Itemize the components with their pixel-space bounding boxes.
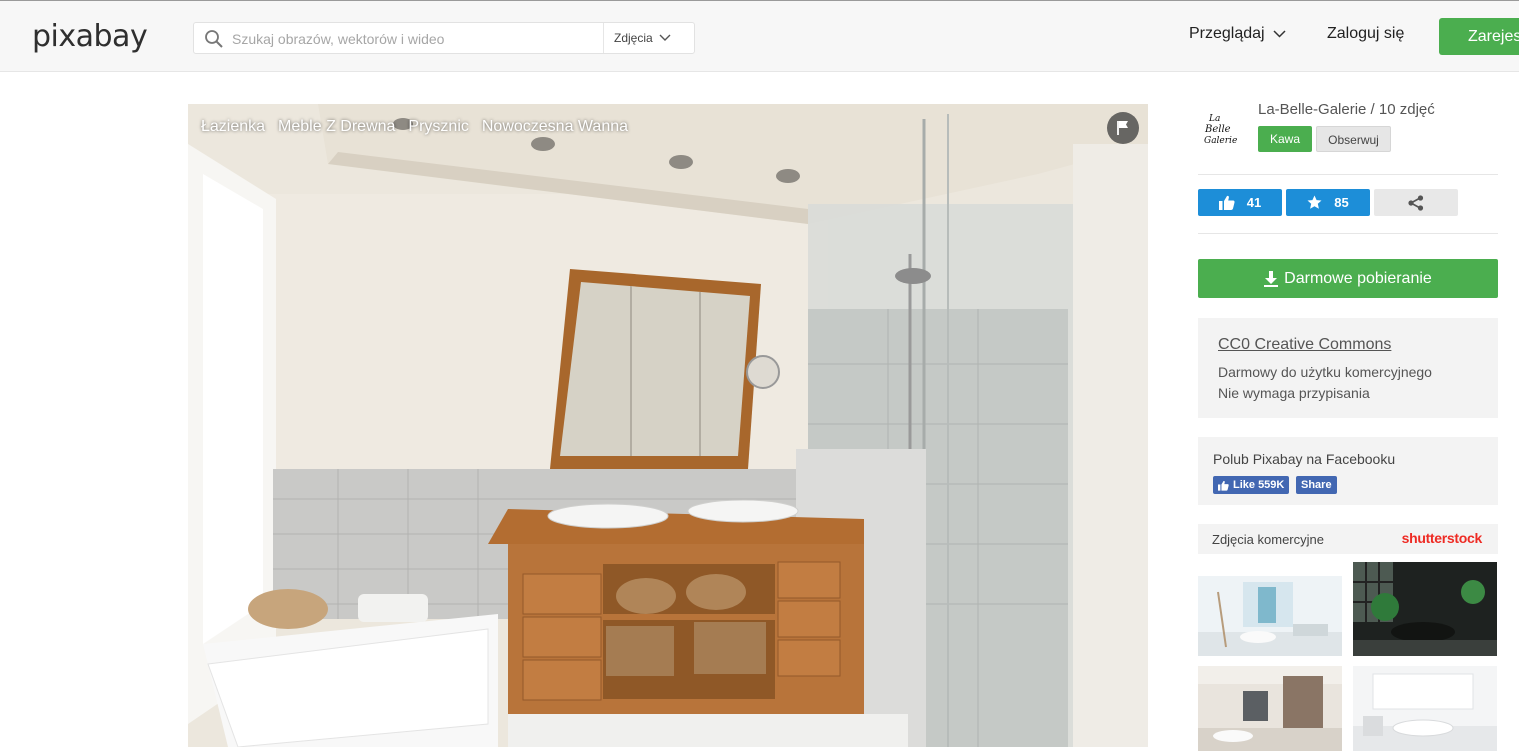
thumbs-up-icon: [1218, 195, 1235, 210]
svg-text:Galerie: Galerie: [1204, 136, 1237, 146]
pixabay-logo[interactable]: pixabay: [32, 19, 148, 54]
facebook-share-button[interactable]: Share: [1296, 476, 1337, 494]
author-avatar[interactable]: La Belle Galerie: [1199, 104, 1245, 150]
thumbnail-image: [1353, 666, 1497, 751]
photo-tags: Łazienka Meble Z Drewna Prysznic Nowocze…: [201, 118, 628, 136]
login-link[interactable]: Zaloguj się: [1327, 25, 1404, 43]
browse-menu[interactable]: Przeglądaj: [1189, 25, 1286, 43]
top-header: pixabay Zdjęcia Przeglądaj Zaloguj się Z…: [0, 0, 1519, 72]
thumbnail-image: [1198, 666, 1342, 751]
bathroom-photo-image: [188, 104, 1148, 747]
thumbnail-image: [1198, 562, 1342, 656]
commercial-thumbnail[interactable]: [1353, 562, 1497, 656]
license-link[interactable]: CC0 Creative Commons: [1218, 336, 1391, 354]
star-icon: [1307, 195, 1322, 209]
commercial-thumbnail[interactable]: [1198, 666, 1342, 751]
facebook-box: Polub Pixabay na Facebooku Like 559K Sha…: [1198, 437, 1498, 505]
search-type-label: Zdjęcia: [614, 31, 653, 45]
search-divider: [603, 23, 604, 53]
flag-icon: [1117, 121, 1128, 135]
thumbnail-image: [1353, 562, 1497, 656]
commercial-thumbnail[interactable]: [1353, 666, 1497, 751]
search-type-select[interactable]: Zdjęcia: [614, 23, 671, 53]
search-bar: Zdjęcia: [193, 22, 695, 54]
report-button[interactable]: [1107, 112, 1139, 144]
license-box: CC0 Creative Commons Darmowy do użytku k…: [1198, 318, 1498, 418]
chevron-down-icon: [1273, 30, 1286, 38]
like-count: 41: [1246, 195, 1262, 210]
download-icon: [1264, 270, 1279, 287]
license-attribution-text: Nie wymaga przypisania: [1218, 385, 1370, 401]
facebook-like-icon: [1218, 480, 1229, 491]
search-input[interactable]: [232, 28, 592, 50]
tag-link[interactable]: Nowoczesna Wanna: [482, 118, 628, 136]
favorite-button[interactable]: 85: [1286, 189, 1370, 216]
author-name[interactable]: La-Belle-Galerie / 10 zdjęć: [1258, 101, 1435, 118]
free-download-button[interactable]: Darmowe pobieranie: [1198, 259, 1498, 298]
tag-link[interactable]: Prysznic: [408, 118, 468, 136]
download-label: Darmowe pobieranie: [1284, 269, 1432, 287]
facebook-text: Polub Pixabay na Facebooku: [1213, 451, 1396, 467]
favorite-count: 85: [1334, 195, 1349, 210]
facebook-like-label: Like 559K: [1233, 479, 1285, 491]
divider: [1198, 233, 1498, 234]
share-icon: [1408, 194, 1424, 211]
commercial-photos-header: Zdjęcia komercyjne shutterstock: [1198, 524, 1498, 554]
search-icon[interactable]: [204, 29, 224, 49]
license-commercial-text: Darmowy do użytku komercyjnego: [1218, 364, 1432, 380]
commercial-photos-label: Zdjęcia komercyjne: [1212, 532, 1324, 547]
tag-link[interactable]: Łazienka: [201, 118, 265, 136]
shutterstock-logo[interactable]: shutterstock: [1402, 530, 1483, 546]
main-photo[interactable]: Łazienka Meble Z Drewna Prysznic Nowocze…: [188, 104, 1148, 747]
like-button[interactable]: 41: [1198, 189, 1282, 216]
share-button[interactable]: [1374, 189, 1458, 216]
tag-link[interactable]: Meble Z Drewna: [278, 118, 395, 136]
register-button[interactable]: Zarejestruj się: [1439, 18, 1519, 55]
commercial-thumbnail[interactable]: [1198, 562, 1342, 656]
svg-text:Belle: Belle: [1204, 124, 1231, 135]
facebook-like-button[interactable]: Like 559K: [1213, 476, 1290, 494]
svg-text:La: La: [1208, 114, 1220, 124]
chevron-down-icon: [659, 34, 671, 41]
divider: [1198, 174, 1498, 175]
follow-button[interactable]: Obserwuj: [1316, 126, 1391, 152]
coffee-button[interactable]: Kawa: [1258, 126, 1312, 152]
browse-label: Przeglądaj: [1189, 25, 1265, 42]
